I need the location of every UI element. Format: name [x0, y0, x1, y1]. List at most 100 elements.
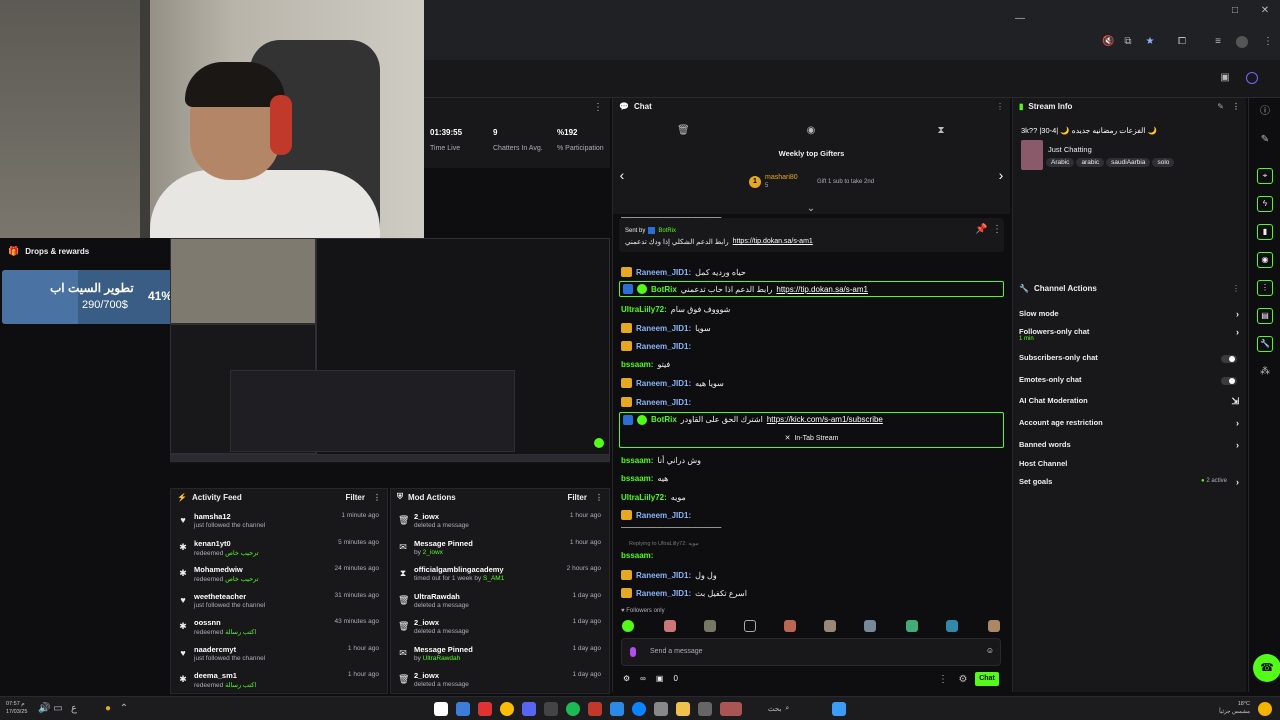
maximize-icon[interactable]: □	[1229, 5, 1241, 17]
close-stream-icon[interactable]: ✕	[785, 435, 791, 442]
emote-4-icon[interactable]	[784, 620, 796, 632]
activity-item-name[interactable]: weetheteacher	[194, 592, 246, 601]
stream-info-menu-icon[interactable]: ⋮	[1232, 102, 1240, 111]
emote-6-icon[interactable]	[864, 620, 876, 632]
chat-settings-icon[interactable]: ◉	[805, 125, 817, 137]
subscribers-only-chat-row[interactable]: Subscribers-only chat	[1019, 353, 1241, 367]
followers-only-chat-row[interactable]: Followers-only chat 1 min ›	[1019, 327, 1241, 347]
subscribers-only-toggle[interactable]	[1221, 355, 1237, 363]
user-avatar-icon[interactable]	[1246, 72, 1258, 84]
stream-tag[interactable]: Arabic	[1046, 158, 1075, 167]
rail-stats-icon[interactable]: ⌖	[1257, 168, 1273, 184]
stream-tag[interactable]: arabic	[1076, 158, 1105, 167]
activity-item-row[interactable]: ♥ hamsha12 just followed the channel 1 minu…	[171, 509, 387, 535]
keyboard-layout-icon[interactable]: ع	[68, 703, 80, 715]
mod-action-row[interactable]: ✉ Message Pinned by 2_iowx 1 hour ago	[391, 536, 609, 562]
volume-icon[interactable]: 🔊	[38, 703, 50, 715]
emote-7-icon[interactable]	[906, 620, 918, 632]
rail-tools-icon[interactable]: ▤	[1257, 308, 1273, 324]
account-age-restriction-row[interactable]: Account age restriction ›	[1019, 418, 1241, 432]
activity-item-row[interactable]: ✱ deema_sm1 redeemed اكتب رسالة 1 hour ago	[171, 668, 387, 694]
emote-3-icon[interactable]	[744, 620, 756, 632]
mod-action-name[interactable]: 2_iowx	[414, 671, 439, 680]
mute-icon[interactable]: 🔇	[1102, 36, 1114, 48]
pin-icon[interactable]: 📌	[975, 224, 987, 236]
edit-icon[interactable]: ✎	[1259, 134, 1271, 146]
activity-item-name[interactable]: kenan1yt0	[194, 539, 231, 548]
close-icon[interactable]: ✕	[1259, 5, 1271, 17]
category-thumbnail[interactable]	[1021, 140, 1043, 170]
mod-action-name[interactable]: officialgamblingacademy	[414, 565, 504, 574]
chat-username[interactable]: bssaam:	[621, 551, 653, 560]
banned-words-row[interactable]: Banned words ›	[1019, 440, 1241, 454]
emotes-only-toggle[interactable]	[1221, 377, 1237, 385]
rail-more-icon[interactable]: ⁂	[1259, 366, 1271, 378]
minimize-icon[interactable]: —	[1014, 13, 1026, 25]
channel-actions-menu-icon[interactable]: ⋮	[1232, 284, 1240, 293]
chat-username[interactable]: Raneem_JID1:	[636, 342, 691, 351]
mod-action-row[interactable]: 🗑 2_iowx deleted a message 1 day ago	[391, 668, 609, 694]
spotify-icon[interactable]	[566, 702, 580, 716]
stream-info-edit-icon[interactable]: ✎	[1217, 102, 1224, 111]
chat-footer-settings-icon[interactable]: ⚙	[957, 674, 969, 686]
mod-action-row[interactable]: ⧗ officialgamblingacademy timed out for 1 …	[391, 562, 609, 588]
bot-username[interactable]: BotRix	[651, 415, 677, 424]
pinned-menu-icon[interactable]: ⋮	[991, 224, 1003, 236]
taskbar-app-3-icon[interactable]	[478, 702, 492, 716]
stream-preview-icon[interactable]: ▣	[1219, 72, 1231, 84]
extensions-icon[interactable]: ⧠	[1176, 36, 1188, 48]
mod-tools-icon[interactable]: ⚙	[623, 674, 630, 683]
rail-gift-icon[interactable]: ⋮	[1257, 280, 1273, 296]
gift-hint[interactable]: Gift 1 sub to take 2nd	[817, 179, 874, 185]
taskbar-app-11-icon[interactable]	[654, 702, 668, 716]
taskbar-app-8-icon[interactable]	[588, 702, 602, 716]
windows-start-icon[interactable]	[832, 702, 846, 716]
chat-username[interactable]: Raneem_JID1:	[636, 571, 691, 580]
emote-9-icon[interactable]	[988, 620, 1000, 632]
chat-send-button[interactable]: Chat	[975, 672, 999, 686]
chat-username[interactable]: bssaam:	[621, 456, 653, 465]
trash-icon[interactable]: 🗑	[677, 125, 690, 137]
chat-username[interactable]: Raneem_JID1:	[636, 268, 691, 277]
activity-menu-icon[interactable]: ⋮	[373, 493, 381, 502]
tab-search-icon[interactable]: ≡	[1212, 36, 1224, 48]
chat-username[interactable]: Raneem_JID1:	[636, 324, 691, 333]
mod-action-name[interactable]: UltraRawdah	[414, 592, 460, 601]
chat-username[interactable]: bssaam:	[621, 360, 653, 369]
ai-chat-moderation-row[interactable]: AI Chat Moderation ⇲	[1019, 396, 1241, 410]
in-tab-stream-row[interactable]: ✕ In-Tab Stream	[613, 434, 1010, 442]
activity-item-row[interactable]: ✱ Mohamedwiw redeemed ترحيب خاص 24 minutes …	[171, 562, 387, 588]
bookmark-star-icon[interactable]: ★	[1144, 36, 1156, 48]
stream-tag[interactable]: saudiAarbia	[1106, 158, 1151, 167]
taskbar-clock[interactable]: 07:57 م 17/03/25	[6, 700, 27, 716]
chat-menu-icon[interactable]: ⋮	[996, 102, 1004, 111]
activity-item-name[interactable]: hamsha12	[194, 512, 231, 521]
hourglass-icon[interactable]: ⧗	[935, 125, 947, 137]
chat-username[interactable]: Raneem_JID1:	[636, 398, 691, 407]
mic-icon[interactable]	[630, 647, 636, 657]
bot-message-link[interactable]: https://tip.dokan.sa/s-am1	[776, 285, 868, 294]
profile-avatar-icon[interactable]	[1236, 36, 1248, 48]
edge-icon[interactable]	[632, 702, 646, 716]
emote-1-icon[interactable]	[664, 620, 676, 632]
slow-mode-row[interactable]: Slow mode ›	[1019, 309, 1241, 323]
mod-action-name[interactable]: 2_iowx	[414, 512, 439, 521]
chat-footer-menu-icon[interactable]: ⋮	[937, 674, 949, 686]
mod-filter-button[interactable]: Filter	[567, 493, 587, 502]
chevron-left-icon[interactable]: ‹	[616, 168, 628, 182]
weather-widget[interactable]: 18°C مشمس جزئياً	[1219, 700, 1250, 716]
taskbar-app-9-icon[interactable]	[610, 702, 624, 716]
stats-menu-icon[interactable]: ⋮	[592, 102, 604, 114]
rail-chat-icon[interactable]: ◉	[1257, 252, 1273, 268]
rail-shield-icon[interactable]: ▮	[1257, 224, 1273, 240]
bot-username[interactable]: BotRix	[651, 285, 677, 294]
activity-item-row[interactable]: ♥ weetheteacher just followed the channel 3…	[171, 589, 387, 615]
taskbar-app-5-icon[interactable]	[522, 702, 536, 716]
taskbar-app-14-icon[interactable]	[720, 702, 742, 716]
mod-action-name[interactable]: Message Pinned	[414, 539, 473, 548]
rail-bolt-icon[interactable]: ϟ	[1257, 196, 1273, 212]
emoji-icon[interactable]: ☺	[986, 646, 994, 655]
network-icon[interactable]: ▭	[52, 703, 64, 715]
activity-item-row[interactable]: ✱ oossnn redeemed اكتب رسالة 43 minutes ago	[171, 615, 387, 641]
chat-username[interactable]: Raneem_JID1:	[636, 379, 691, 388]
